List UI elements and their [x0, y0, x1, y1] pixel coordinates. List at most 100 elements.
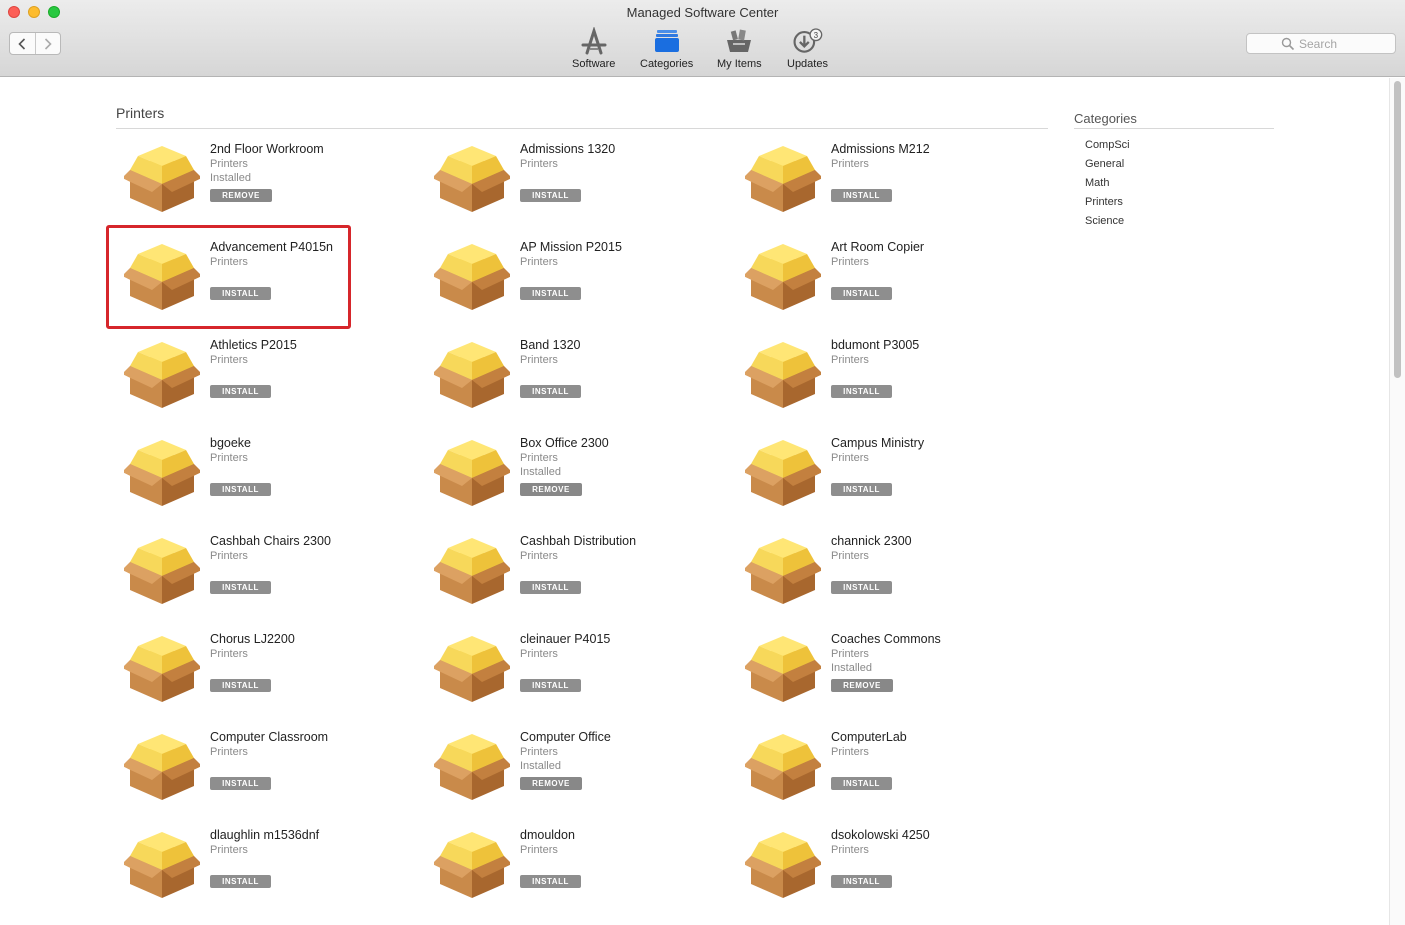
list-item[interactable]: Coaches Commons Printers Installed REMOVE: [727, 632, 1027, 730]
item-name[interactable]: dsokolowski 4250: [831, 828, 930, 842]
install-button[interactable]: INSTALL: [520, 287, 581, 300]
item-name[interactable]: bdumont P3005: [831, 338, 919, 352]
item-name[interactable]: channick 2300: [831, 534, 912, 548]
install-button[interactable]: INSTALL: [520, 581, 581, 594]
install-button[interactable]: INSTALL: [210, 483, 271, 496]
remove-button[interactable]: REMOVE: [520, 483, 582, 496]
sidebar-link-general[interactable]: General: [1085, 157, 1130, 176]
item-name[interactable]: Coaches Commons: [831, 632, 941, 646]
install-button[interactable]: INSTALL: [831, 875, 892, 888]
item-name[interactable]: AP Mission P2015: [520, 240, 622, 254]
install-button[interactable]: INSTALL: [520, 875, 581, 888]
list-item[interactable]: cleinauer P4015 Printers INSTALL: [416, 632, 716, 730]
item-name[interactable]: bgoeke: [210, 436, 251, 450]
item-name[interactable]: Chorus LJ2200: [210, 632, 295, 646]
chevron-left-icon: [18, 37, 26, 50]
list-item[interactable]: dsokolowski 4250 Printers INSTALL: [727, 828, 1027, 925]
install-button[interactable]: INSTALL: [831, 483, 892, 496]
item-category: Printers: [520, 256, 558, 268]
package-icon: [434, 146, 510, 212]
item-name[interactable]: Computer Office: [520, 730, 611, 744]
item-category: Printers: [520, 746, 558, 758]
list-item[interactable]: Admissions 1320 Printers INSTALL: [416, 142, 716, 240]
list-item[interactable]: Art Room Copier Printers INSTALL: [727, 240, 1027, 338]
list-item[interactable]: channick 2300 Printers INSTALL: [727, 534, 1027, 632]
list-item[interactable]: Computer Classroom Printers INSTALL: [106, 730, 406, 828]
sidebar-link-science[interactable]: Science: [1085, 214, 1130, 233]
list-item[interactable]: AP Mission P2015 Printers INSTALL: [416, 240, 716, 338]
sidebar-link-math[interactable]: Math: [1085, 176, 1130, 195]
list-item[interactable]: Athletics P2015 Printers INSTALL: [106, 338, 406, 436]
install-button[interactable]: INSTALL: [520, 679, 581, 692]
remove-button[interactable]: REMOVE: [831, 679, 893, 692]
list-item[interactable]: Campus Ministry Printers INSTALL: [727, 436, 1027, 534]
list-item[interactable]: dlaughlin m1536dnf Printers INSTALL: [106, 828, 406, 925]
remove-button[interactable]: REMOVE: [520, 777, 582, 790]
item-name[interactable]: ComputerLab: [831, 730, 907, 744]
install-button[interactable]: INSTALL: [210, 385, 271, 398]
chevron-right-icon: [44, 37, 52, 50]
item-category: Printers: [520, 158, 558, 170]
item-category: Printers: [520, 354, 558, 366]
item-category: Printers: [210, 550, 248, 562]
list-item[interactable]: ComputerLab Printers INSTALL: [727, 730, 1027, 828]
my-items-icon: [723, 26, 755, 56]
install-button[interactable]: INSTALL: [210, 777, 271, 790]
list-item[interactable]: Admissions M212 Printers INSTALL: [727, 142, 1027, 240]
remove-button[interactable]: REMOVE: [210, 189, 272, 202]
install-button[interactable]: INSTALL: [520, 189, 581, 202]
list-item[interactable]: Cashbah Chairs 2300 Printers INSTALL: [106, 534, 406, 632]
list-item[interactable]: Chorus LJ2200 Printers INSTALL: [106, 632, 406, 730]
back-button[interactable]: [10, 33, 35, 54]
tab-updates[interactable]: 3 Updates: [787, 26, 828, 70]
list-item[interactable]: Cashbah Distribution Printers INSTALL: [416, 534, 716, 632]
section-divider: [116, 128, 1048, 129]
item-name[interactable]: cleinauer P4015: [520, 632, 610, 646]
list-item[interactable]: bgoeke Printers INSTALL: [106, 436, 406, 534]
item-name[interactable]: Cashbah Distribution: [520, 534, 636, 548]
install-button[interactable]: INSTALL: [831, 581, 892, 594]
item-name[interactable]: Band 1320: [520, 338, 580, 352]
list-item[interactable]: dmouldon Printers INSTALL: [416, 828, 716, 925]
install-button[interactable]: INSTALL: [831, 287, 892, 300]
item-name[interactable]: Admissions M212: [831, 142, 930, 156]
install-button[interactable]: INSTALL: [210, 679, 271, 692]
tab-software[interactable]: Software: [572, 26, 615, 70]
item-name[interactable]: dmouldon: [520, 828, 575, 842]
item-name[interactable]: Cashbah Chairs 2300: [210, 534, 331, 548]
install-button[interactable]: INSTALL: [520, 385, 581, 398]
item-category: Printers: [210, 648, 248, 660]
item-name[interactable]: Athletics P2015: [210, 338, 297, 352]
list-item[interactable]: Box Office 2300 Printers Installed REMOVE: [416, 436, 716, 534]
tab-my-items[interactable]: My Items: [717, 26, 762, 70]
install-button[interactable]: INSTALL: [831, 189, 892, 202]
package-icon: [124, 342, 200, 408]
install-button[interactable]: INSTALL: [831, 777, 892, 790]
item-name[interactable]: Computer Classroom: [210, 730, 328, 744]
package-icon: [124, 734, 200, 800]
search-input[interactable]: [1299, 35, 1391, 52]
package-icon: [745, 734, 821, 800]
list-item[interactable]: Computer Office Printers Installed REMOVE: [416, 730, 716, 828]
list-item[interactable]: bdumont P3005 Printers INSTALL: [727, 338, 1027, 436]
install-button[interactable]: INSTALL: [831, 385, 892, 398]
search-field[interactable]: [1246, 33, 1396, 54]
install-button[interactable]: INSTALL: [210, 581, 271, 594]
forward-button[interactable]: [34, 33, 61, 54]
sidebar-link-compsci[interactable]: CompSci: [1085, 138, 1130, 157]
scrollbar-thumb[interactable]: [1394, 81, 1401, 378]
tab-categories[interactable]: Categories: [640, 26, 693, 70]
item-name[interactable]: Admissions 1320: [520, 142, 615, 156]
install-button[interactable]: INSTALL: [210, 875, 271, 888]
sidebar-link-printers[interactable]: Printers: [1085, 195, 1130, 214]
main-content: Printers 2nd Floor Workroom Printers Insta…: [0, 78, 1389, 925]
item-name[interactable]: dlaughlin m1536dnf: [210, 828, 319, 842]
vertical-scrollbar[interactable]: [1389, 78, 1405, 925]
package-icon: [434, 440, 510, 506]
list-item[interactable]: Band 1320 Printers INSTALL: [416, 338, 716, 436]
item-name[interactable]: Campus Ministry: [831, 436, 924, 450]
item-name[interactable]: Art Room Copier: [831, 240, 924, 254]
item-name[interactable]: Box Office 2300: [520, 436, 609, 450]
item-name[interactable]: 2nd Floor Workroom: [210, 142, 324, 156]
package-icon: [745, 636, 821, 702]
